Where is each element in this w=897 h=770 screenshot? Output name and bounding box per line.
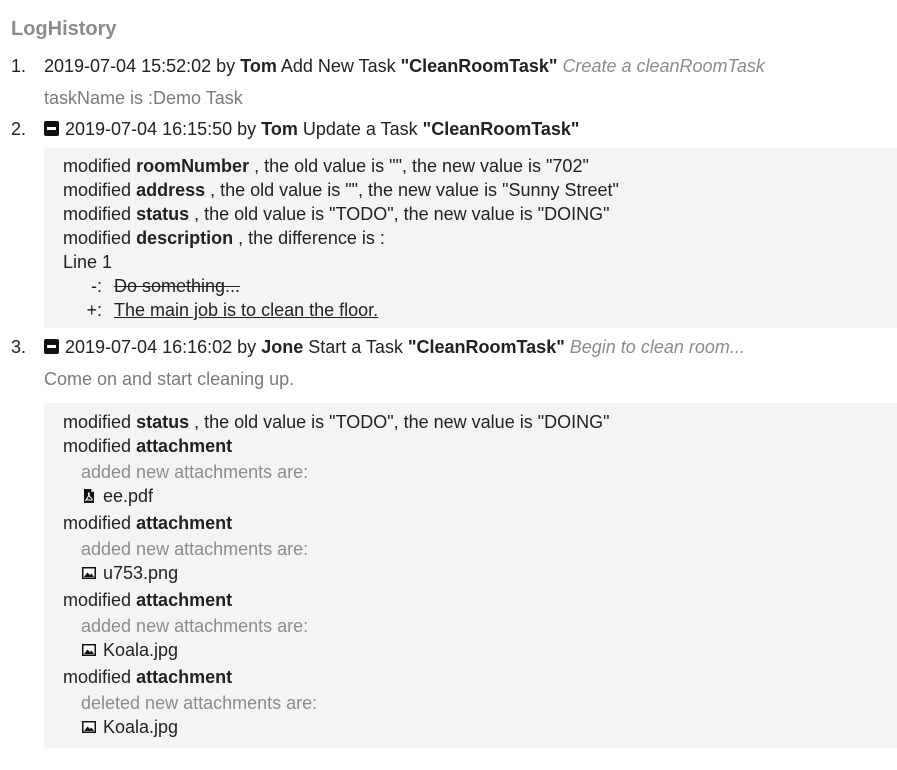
diff-added-line: +: The main job is to clean the floor. xyxy=(70,298,378,322)
change-text: , the old value is "", the new value is … xyxy=(210,180,619,200)
change-prefix: modified xyxy=(63,204,132,224)
entry-action: Update a Task xyxy=(302,119,418,139)
change-field: attachment xyxy=(136,590,233,610)
image-file-icon xyxy=(82,721,96,733)
attachment-label: deleted new attachments are: xyxy=(81,693,318,713)
attachment-filename[interactable]: Koala.jpg xyxy=(103,717,178,737)
entry-header: 2019-07-04 15:52:02 by Tom Add New Task … xyxy=(44,56,765,77)
attachment-change-row: modified attachment xyxy=(63,434,232,458)
change-text: , the old value is "TODO", the new value… xyxy=(194,204,610,224)
entry-header: 2019-07-04 16:15:50 by Tom Update a Task… xyxy=(44,119,579,140)
change-row: modified status , the old value is "TODO… xyxy=(63,410,609,434)
diff-plus-sign: +: xyxy=(86,300,102,320)
change-text: , the difference is : xyxy=(238,228,385,248)
change-field: attachment xyxy=(136,436,233,456)
entry-user: Jone xyxy=(261,337,304,357)
image-file-icon xyxy=(82,567,96,579)
change-details-panel: modified status , the old value is "TODO… xyxy=(44,403,897,748)
change-prefix: modified xyxy=(63,667,132,687)
attachment-change-row: modified attachment xyxy=(63,511,232,535)
change-text: , the old value is "TODO", the new value… xyxy=(194,412,610,432)
entry-user: Tom xyxy=(261,119,298,139)
change-field: status xyxy=(136,204,190,224)
entry-action: Add New Task xyxy=(280,56,396,76)
pdf-file-icon xyxy=(84,489,94,503)
change-prefix: modified xyxy=(63,180,132,200)
change-field: attachment xyxy=(136,513,233,533)
change-prefix: modified xyxy=(63,590,132,610)
change-field: description xyxy=(136,228,234,248)
entry-subtext: taskName is :Demo Task xyxy=(44,88,243,108)
entry-number: 3. xyxy=(11,337,27,357)
entry-timestamp: 2019-07-04 16:15:50 xyxy=(65,119,233,139)
change-row: modified roomNumber , the old value is "… xyxy=(63,154,589,178)
attachment-filename[interactable]: u753.png xyxy=(103,563,178,583)
entry-subtext: Come on and start cleaning up. xyxy=(44,369,295,389)
attachment-filename[interactable]: ee.pdf xyxy=(103,486,153,506)
change-prefix: modified xyxy=(63,436,132,456)
attachment-file[interactable]: u753.png xyxy=(81,561,178,585)
change-field: attachment xyxy=(136,667,233,687)
entry-header: 2019-07-04 16:16:02 by Jone Start a Task… xyxy=(44,337,745,358)
attachment-label: added new attachments are: xyxy=(81,539,309,559)
attachment-file[interactable]: Koala.jpg xyxy=(81,715,178,739)
attachment-label: added new attachments are: xyxy=(81,462,309,482)
change-row: modified description , the difference is… xyxy=(63,226,385,250)
log-history-title: LogHistory xyxy=(11,18,117,40)
entry-note: Create a cleanRoomTask xyxy=(562,56,765,76)
change-field: address xyxy=(136,180,206,200)
entry-timestamp: 2019-07-04 16:16:02 xyxy=(65,337,233,357)
attachment-file[interactable]: ee.pdf xyxy=(81,484,153,508)
entry-user: Tom xyxy=(240,56,277,76)
entry-timestamp: 2019-07-04 15:52:02 xyxy=(44,56,212,76)
diff-line-label: Line 1 xyxy=(63,252,113,272)
change-row: modified status , the old value is "TODO… xyxy=(63,202,609,226)
change-prefix: modified xyxy=(63,228,132,248)
entry-note: Begin to clean room... xyxy=(569,337,745,357)
collapse-toggle-icon[interactable] xyxy=(44,339,59,354)
attachment-change-row: modified attachment xyxy=(63,588,232,612)
attachment-label: added new attachments are: xyxy=(81,616,309,636)
entry-by: by xyxy=(237,337,257,357)
diff-removed-line: -: Do something... xyxy=(70,274,240,298)
entry-task: "CleanRoomTask" xyxy=(422,119,580,139)
change-prefix: modified xyxy=(63,412,132,432)
entry-number: 1. xyxy=(11,56,27,76)
diff-added-text: The main job is to clean the floor. xyxy=(114,300,379,320)
entry-by: by xyxy=(216,56,236,76)
change-field: roomNumber xyxy=(136,156,250,176)
attachment-change-row: modified attachment xyxy=(63,665,232,689)
diff-removed-text: Do something... xyxy=(114,276,241,296)
entry-by: by xyxy=(237,119,257,139)
collapse-toggle-icon[interactable] xyxy=(44,121,59,136)
change-prefix: modified xyxy=(63,156,132,176)
change-prefix: modified xyxy=(63,513,132,533)
change-field: status xyxy=(136,412,190,432)
image-file-icon xyxy=(82,644,96,656)
change-details-panel: modified roomNumber , the old value is "… xyxy=(44,148,897,328)
change-row: modified address , the old value is "", … xyxy=(63,178,619,202)
entry-task: "CleanRoomTask" xyxy=(400,56,558,76)
change-text: , the old value is "", the new value is … xyxy=(254,156,589,176)
entry-task: "CleanRoomTask" xyxy=(407,337,565,357)
diff-minus-sign: -: xyxy=(91,276,102,296)
entry-number: 2. xyxy=(11,119,27,139)
attachment-filename[interactable]: Koala.jpg xyxy=(103,640,178,660)
attachment-file[interactable]: Koala.jpg xyxy=(81,638,178,662)
entry-action: Start a Task xyxy=(308,337,403,357)
